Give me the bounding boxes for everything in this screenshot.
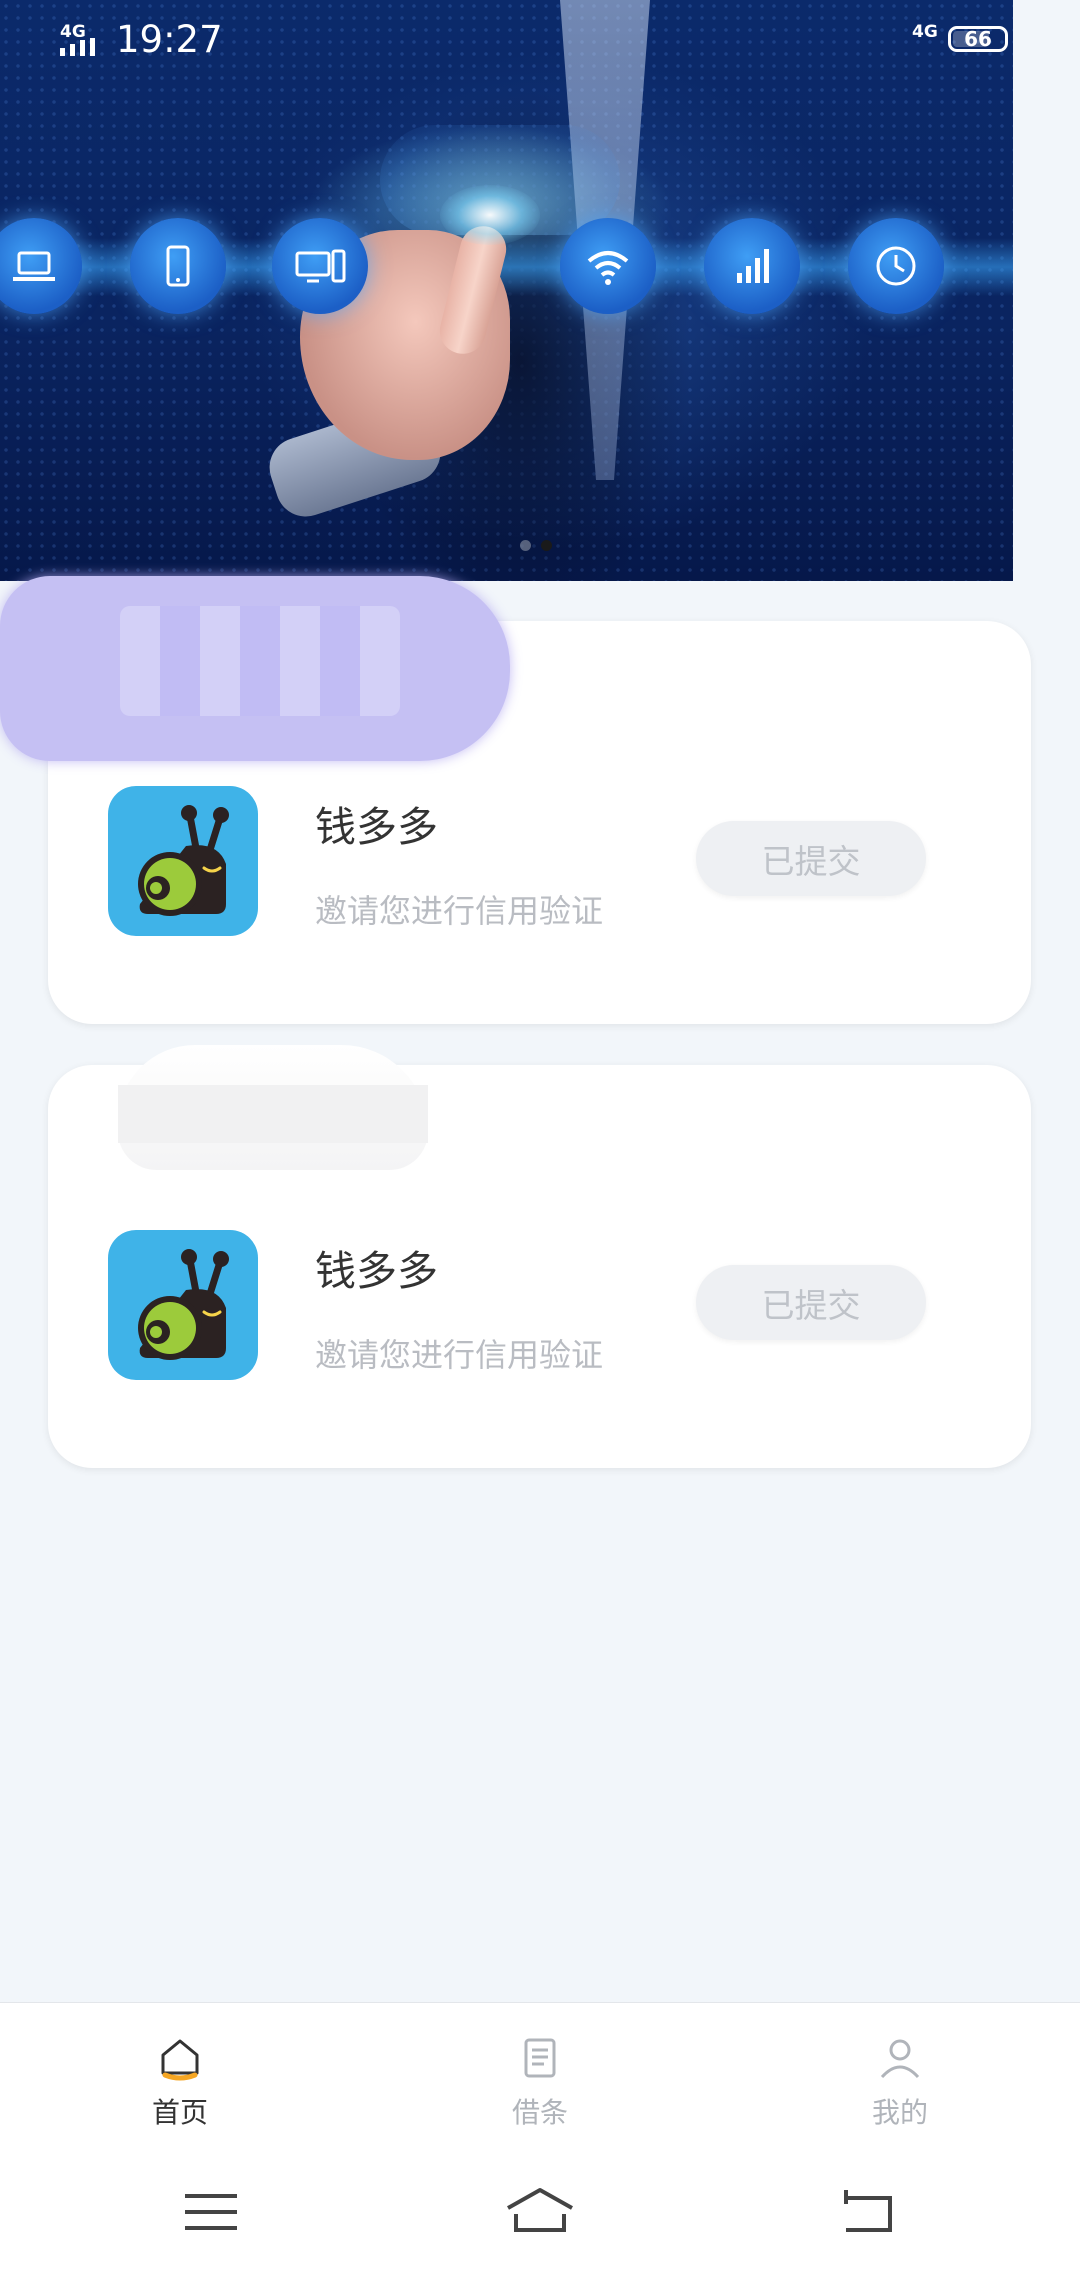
banner-flare (440, 185, 540, 245)
app-description: 邀请您进行信用验证 (315, 892, 604, 930)
battery-level: 66 (964, 27, 992, 51)
signal-icon (704, 218, 800, 314)
snail-app-icon (108, 786, 258, 936)
document-icon (524, 2038, 556, 2078)
phone-icon (130, 218, 226, 314)
banner-pager (520, 540, 552, 551)
back-icon[interactable] (832, 2182, 904, 2242)
submitted-button[interactable]: 已提交 (696, 821, 926, 896)
credit-card-item[interactable]: 钱多多 邀请您进行信用验证 已提交 (48, 1045, 1031, 1468)
status-time: 19:27 (116, 18, 223, 61)
credit-card-item[interactable]: 钱多多 邀请您进行信用验证 已提交 (0, 576, 1031, 1024)
submitted-button[interactable]: 已提交 (696, 1265, 926, 1340)
bottom-nav: 首页 借条 我的 (0, 2002, 1080, 2153)
privacy-redaction (118, 1045, 428, 1170)
wifi-icon (560, 218, 656, 314)
menu-icon[interactable] (175, 2182, 247, 2242)
nav-item-home[interactable]: 首页 (80, 2003, 280, 2153)
nav-item-loan[interactable]: 借条 (440, 2003, 640, 2153)
clock-icon (848, 218, 944, 314)
user-icon (880, 2039, 920, 2079)
pager-dot[interactable] (520, 540, 531, 551)
network-type-label-right: 4G (912, 22, 938, 42)
banner-carousel[interactable] (0, 0, 1013, 581)
app-name: 钱多多 (315, 803, 438, 851)
cell-signal-icon: 4G (60, 22, 106, 58)
privacy-redaction (0, 576, 510, 761)
home-icon[interactable] (504, 2182, 576, 2242)
battery-icon: 66 (948, 26, 1008, 52)
snail-app-icon (108, 1230, 258, 1380)
nav-item-label: 我的 (871, 2096, 928, 2129)
home-icon (161, 2039, 199, 2081)
system-nav-bar (0, 2152, 1080, 2280)
nav-item-label: 首页 (151, 2096, 208, 2129)
app-description: 邀请您进行信用验证 (315, 1336, 604, 1374)
status-bar: 4G 19:27 4G 66 (0, 0, 1013, 80)
desktop-icon (272, 218, 368, 314)
pager-dot-active[interactable] (541, 540, 552, 551)
app-name: 钱多多 (315, 1247, 438, 1295)
nav-item-label: 借条 (511, 2096, 568, 2129)
nav-item-mine[interactable]: 我的 (800, 2003, 1000, 2153)
